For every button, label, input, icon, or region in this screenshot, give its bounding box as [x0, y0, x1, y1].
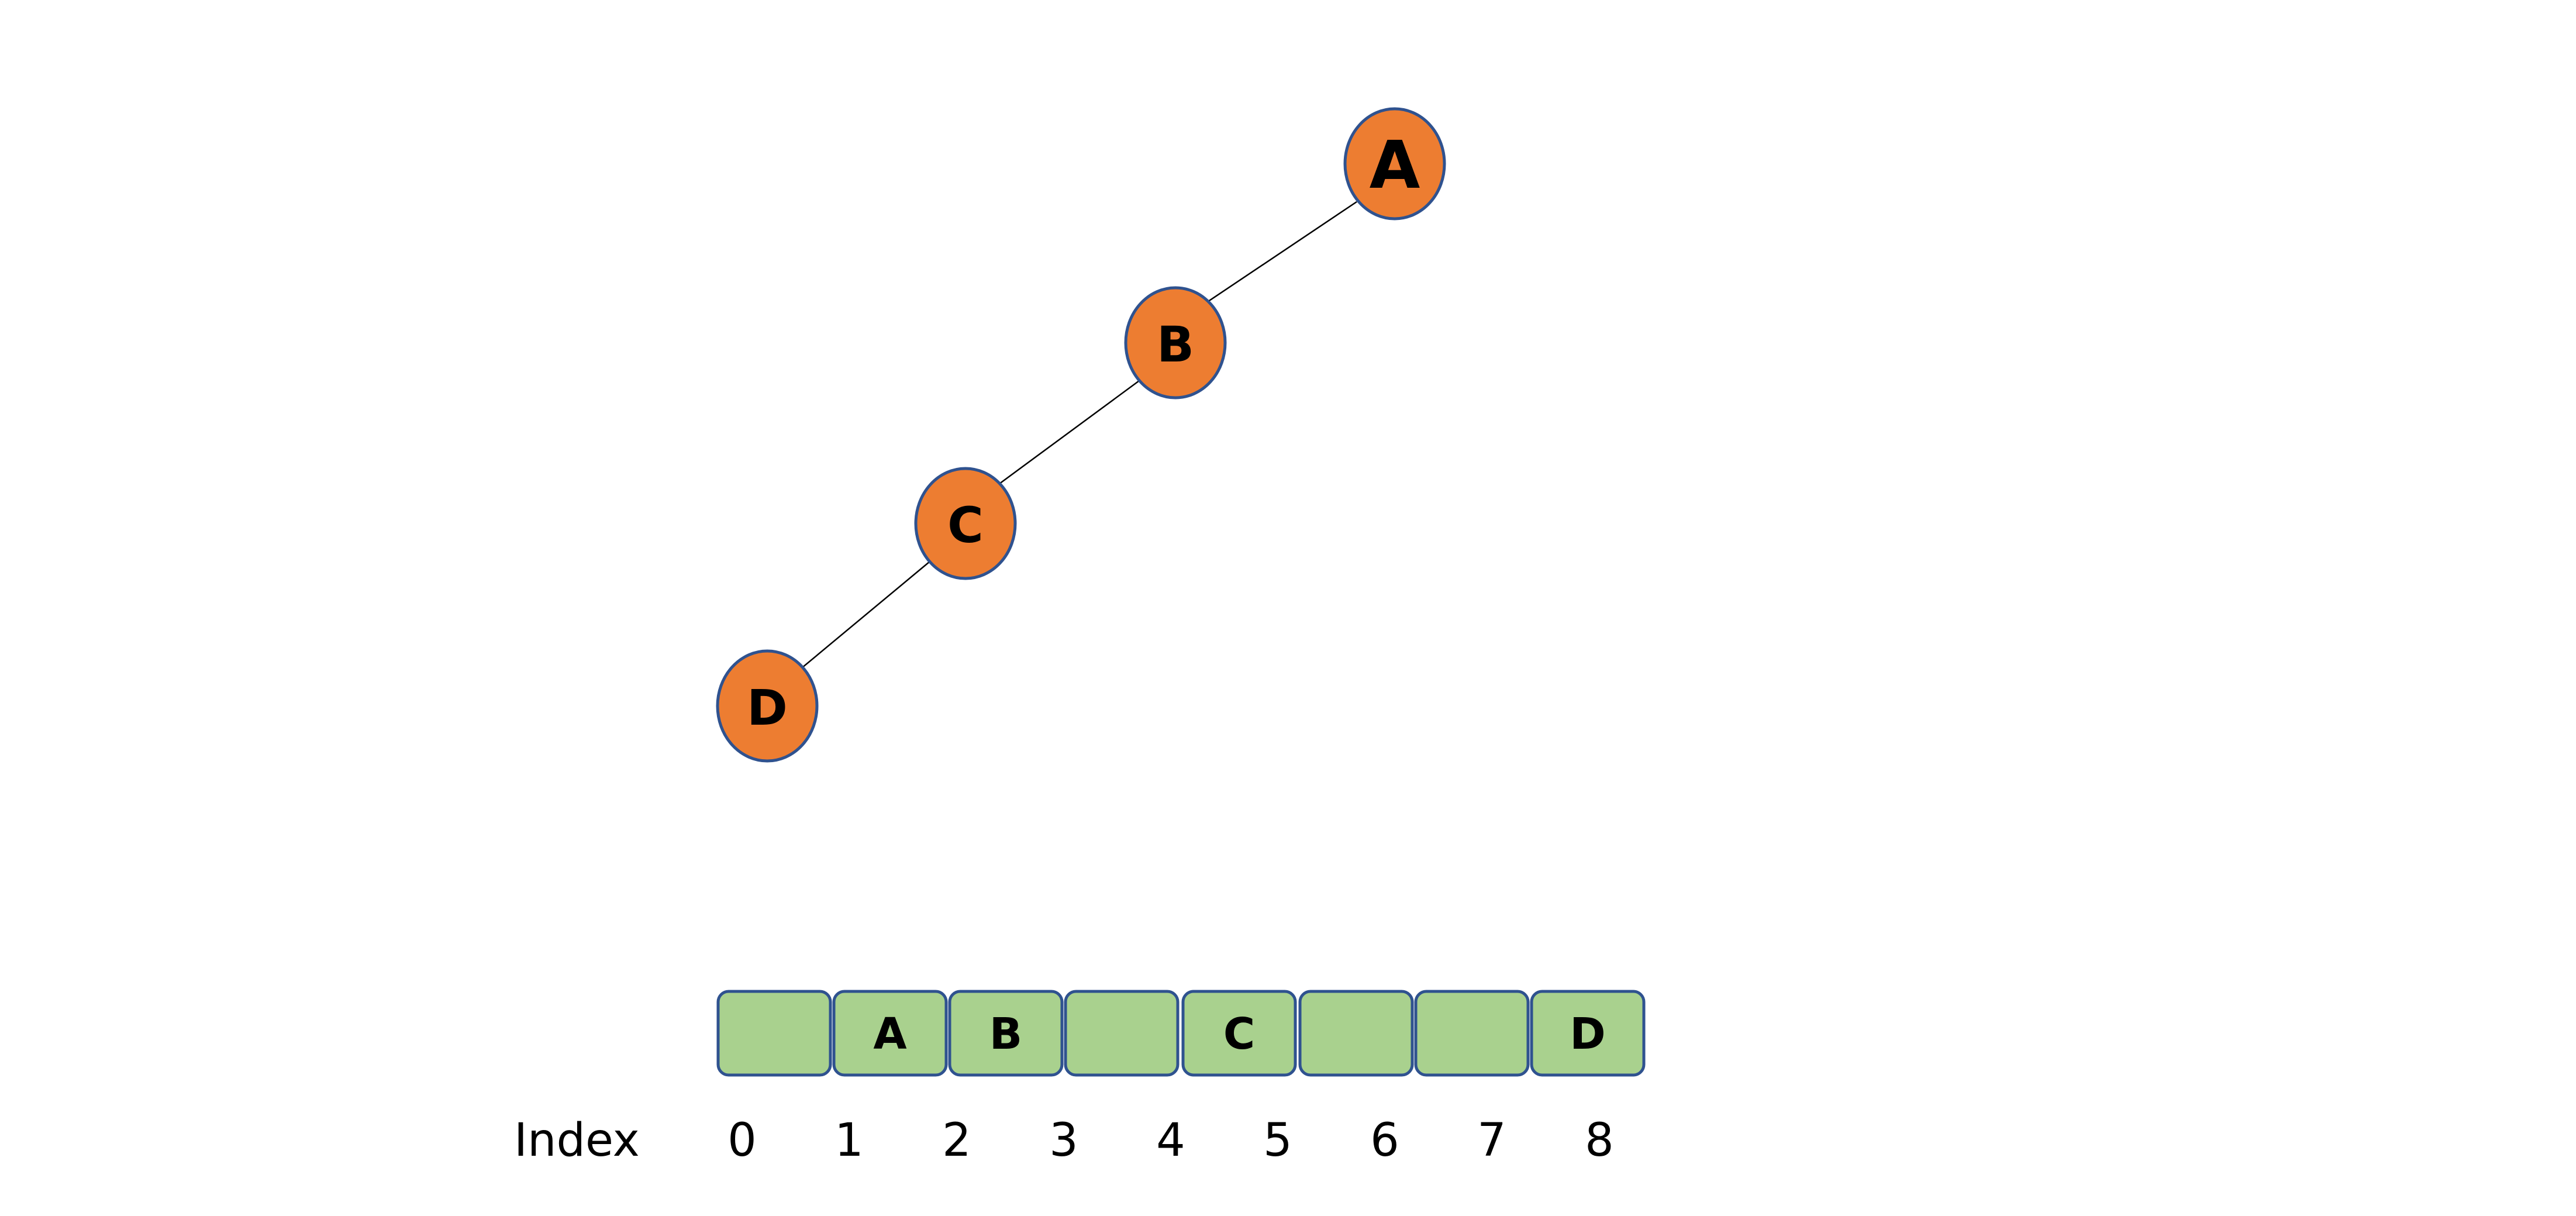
node-b-label: B: [1157, 316, 1194, 373]
array-cell-4-label: C: [1223, 1009, 1255, 1059]
array-cell-3: [1064, 990, 1180, 1077]
tree-node-a: A: [1343, 107, 1446, 221]
index-number-0: 0: [727, 1114, 757, 1167]
tree-node-c: C: [914, 467, 1017, 580]
index-number-2: 2: [942, 1114, 971, 1167]
edge-a-b: [1202, 201, 1357, 306]
edge-b-c: [996, 378, 1142, 487]
array-cell-7: D: [1530, 990, 1646, 1077]
edge-c-d: [798, 558, 934, 671]
array-cell-1: A: [832, 990, 948, 1077]
index-caption: Index: [514, 1114, 640, 1167]
index-number-5: 5: [1263, 1114, 1292, 1167]
binary-tree-array-diagram: A B C D A B C D Index 0 1 2 3 4 5 6 7 8: [514, 107, 1646, 1167]
array-cell-6-box: [1414, 990, 1530, 1077]
array-cell-3-box: [1064, 990, 1180, 1077]
node-d-label: D: [747, 679, 788, 736]
array-cell-0-box: [716, 990, 832, 1077]
index-number-1: 1: [834, 1114, 864, 1167]
array-cell-2-label: B: [989, 1009, 1022, 1059]
array-cell-0: [716, 990, 832, 1077]
array-cell-5-box: [1298, 990, 1414, 1077]
index-row: Index 0 1 2 3 4 5 6 7 8: [514, 1114, 1614, 1167]
node-a-label: A: [1370, 128, 1420, 204]
tree-node-d: D: [716, 649, 819, 763]
node-c-label: C: [947, 497, 984, 554]
index-number-3: 3: [1049, 1114, 1078, 1167]
tree-nodes: A B C D: [716, 107, 1446, 763]
index-number-6: 6: [1370, 1114, 1399, 1167]
array-cell-2: B: [948, 990, 1064, 1077]
array-cell-1-label: A: [873, 1009, 906, 1059]
tree-edges: [798, 201, 1357, 671]
array-cell-5: [1298, 990, 1414, 1077]
index-number-7: 7: [1477, 1114, 1506, 1167]
index-number-4: 4: [1156, 1114, 1185, 1167]
index-number-8: 8: [1585, 1114, 1614, 1167]
array-cell-7-label: D: [1570, 1009, 1605, 1059]
array-cells: A B C D: [716, 990, 1646, 1077]
array-cell-4: C: [1181, 990, 1297, 1077]
tree-node-b: B: [1124, 286, 1227, 399]
array-cell-6: [1414, 990, 1530, 1077]
